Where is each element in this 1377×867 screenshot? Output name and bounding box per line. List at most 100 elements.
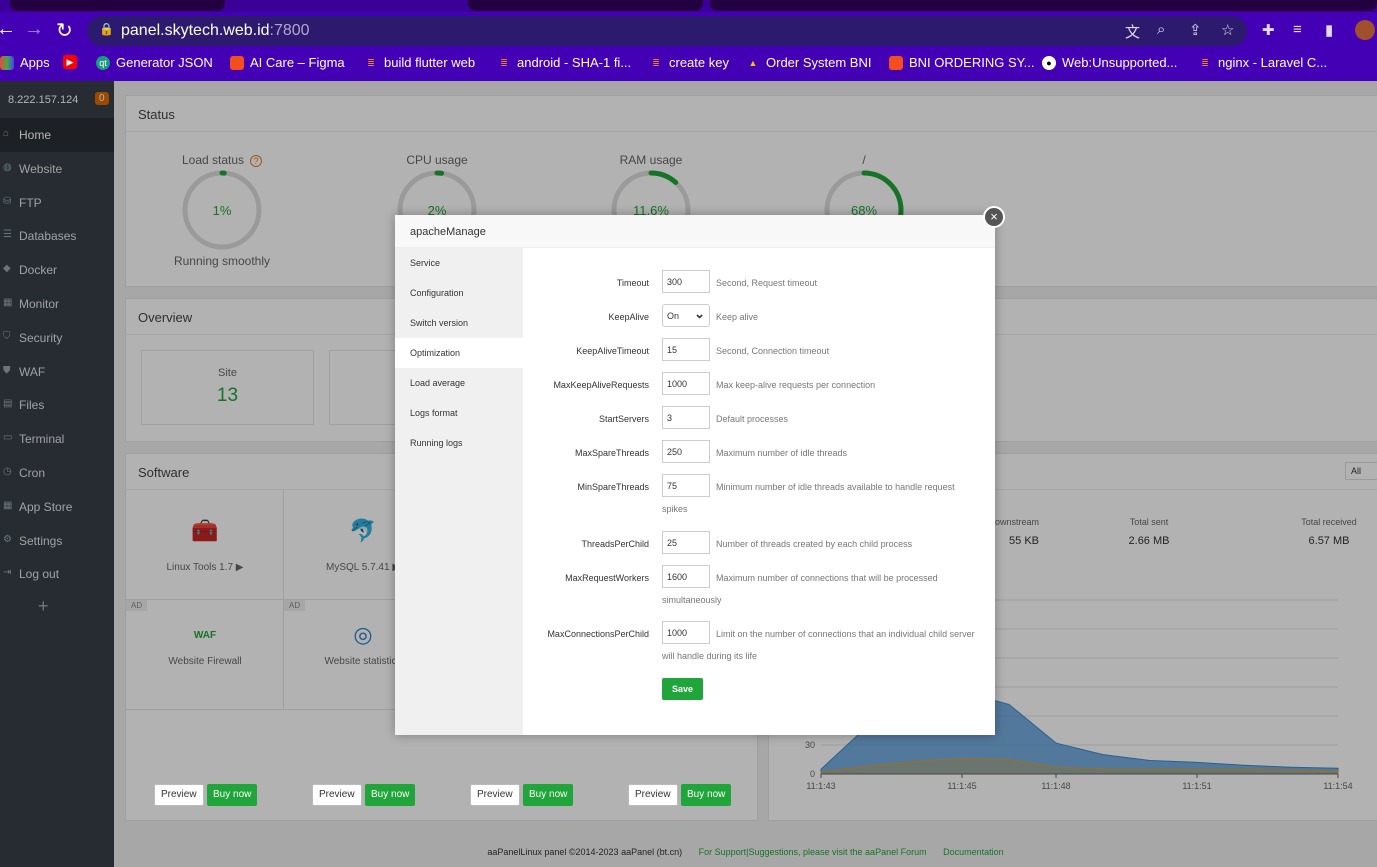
field-value: 1600 bbox=[667, 572, 688, 582]
field-help: Number of threads created by each child … bbox=[716, 539, 913, 549]
bookmark-bni-ordering[interactable]: BNI ORDERING SY... bbox=[889, 55, 1034, 70]
field-help: Maximum number of connections that will … bbox=[716, 573, 938, 583]
bookmark-figma[interactable]: AI Care – Figma bbox=[230, 55, 345, 70]
field-help: Keep alive bbox=[716, 312, 759, 322]
field-help: Second, Request timeout bbox=[716, 278, 818, 288]
profile-avatar[interactable] bbox=[1355, 20, 1375, 40]
field-value: 3 bbox=[667, 413, 673, 423]
buy-now-button[interactable]: Buy now bbox=[681, 784, 732, 806]
bookmark-create-key[interactable]: ≣ create key bbox=[649, 55, 729, 70]
dialog-nav-running-logs[interactable]: Running logs bbox=[395, 428, 523, 458]
dialog-nav-switch-version[interactable]: Switch version bbox=[395, 308, 523, 338]
bookmark-label: android - SHA-1 fi... bbox=[517, 55, 632, 70]
field-input[interactable]: 75 bbox=[662, 474, 710, 497]
dialog-nav-optimization[interactable]: Optimization bbox=[395, 338, 523, 368]
bookmark-generator-json[interactable]: qt Generator JSON bbox=[96, 55, 213, 70]
field-value: 15 bbox=[667, 345, 678, 355]
reload-icon[interactable]: ↻ bbox=[56, 18, 73, 43]
close-icon[interactable]: × bbox=[983, 206, 1005, 228]
preview-button[interactable]: Preview bbox=[470, 784, 520, 806]
field-label: MaxKeepAliveRequests bbox=[553, 380, 649, 390]
bookmark-label: Order System BNI bbox=[766, 55, 872, 70]
browser-tab[interactable] bbox=[468, 0, 703, 11]
bookmark-nginx[interactable]: ≣ nginx - Laravel C... bbox=[1198, 55, 1327, 70]
bookmark-youtube[interactable]: ▶ bbox=[63, 55, 77, 69]
youtube-icon: ▶ bbox=[63, 55, 77, 69]
field-label: KeepAlive bbox=[608, 312, 649, 322]
field-input[interactable]: 15 bbox=[662, 338, 710, 361]
field-value: On bbox=[667, 311, 680, 321]
tab-strip bbox=[0, 0, 1377, 12]
field-input[interactable]: 3 bbox=[662, 406, 710, 429]
bookmark-label: BNI ORDERING SY... bbox=[909, 55, 1035, 70]
figma-icon bbox=[230, 55, 244, 70]
extensions-icon[interactable]: ✚ bbox=[1262, 21, 1275, 39]
browser-tab[interactable] bbox=[710, 0, 1377, 11]
field-help-cont: will handle during its life bbox=[662, 651, 758, 661]
keepalive-select[interactable]: On ⌄ bbox=[662, 304, 710, 327]
dialog-title: apacheManage bbox=[395, 215, 995, 248]
address-bar[interactable]: 🔒 panel.skytech.web.id:7800 bbox=[87, 16, 1247, 46]
field-help: Default processes bbox=[716, 414, 789, 424]
bookmark-label: create key bbox=[669, 55, 729, 70]
share-icon[interactable]: ⇪ bbox=[1189, 21, 1202, 39]
field-help: Second, Connection timeout bbox=[716, 346, 830, 356]
save-button[interactable]: Save bbox=[662, 678, 704, 700]
qt-icon: qt bbox=[96, 55, 110, 70]
translate-icon[interactable]: 文 bbox=[1125, 21, 1140, 42]
field-help: Maximum number of idle threads bbox=[716, 448, 848, 458]
buy-now-button[interactable]: Buy now bbox=[523, 784, 574, 806]
zoom-icon[interactable]: ⌕ bbox=[1157, 21, 1165, 38]
stackoverflow-icon: ≣ bbox=[1201, 57, 1209, 68]
field-help: Limit on the number of connections that … bbox=[716, 629, 975, 639]
field-input[interactable]: 250 bbox=[662, 440, 710, 463]
field-label: MaxRequestWorkers bbox=[565, 573, 649, 583]
buy-now-button[interactable]: Buy now bbox=[365, 784, 416, 806]
field-input[interactable]: 25 bbox=[662, 531, 710, 554]
bookmark-label: Apps bbox=[20, 55, 50, 70]
dialog-nav-load-average[interactable]: Load average bbox=[395, 368, 523, 398]
field-label: ThreadsPerChild bbox=[581, 539, 649, 549]
dialog-nav-logs-format[interactable]: Logs format bbox=[395, 398, 523, 428]
field-input[interactable]: 1000 bbox=[662, 372, 710, 395]
field-help: Max keep-alive requests per connection bbox=[716, 380, 876, 390]
bookmark-apps[interactable]: Apps bbox=[0, 55, 50, 70]
bookmark-label: nginx - Laravel C... bbox=[1218, 55, 1328, 70]
field-label: StartServers bbox=[598, 414, 649, 424]
bookmark-order-system[interactable]: ▲ Order System BNI bbox=[746, 55, 872, 70]
bookmark-star-icon[interactable]: ☆ bbox=[1221, 21, 1234, 39]
field-label: Timeout bbox=[616, 278, 649, 288]
apache-manage-dialog: apacheManage Service Configuration Switch … bbox=[395, 215, 995, 735]
stackoverflow-icon: ≣ bbox=[367, 57, 375, 68]
preview-button[interactable]: Preview bbox=[312, 784, 362, 806]
back-icon[interactable]: ← bbox=[0, 18, 16, 41]
field-input[interactable]: 1600 bbox=[662, 565, 710, 588]
github-icon: ● bbox=[1042, 55, 1056, 70]
media-icon[interactable]: ≡ bbox=[1293, 21, 1302, 38]
bookmark-label: AI Care – Figma bbox=[250, 55, 345, 70]
browser-tab[interactable] bbox=[10, 0, 225, 11]
field-help-cont: simultaneously bbox=[662, 595, 722, 605]
preview-button[interactable]: Preview bbox=[628, 784, 678, 806]
forward-icon[interactable]: → bbox=[24, 18, 44, 41]
drive-icon: ▲ bbox=[748, 57, 758, 68]
field-help-cont: spikes bbox=[662, 504, 688, 514]
field-value: 25 bbox=[667, 538, 678, 548]
sidepanel-icon[interactable]: ▮ bbox=[1325, 21, 1333, 39]
field-input[interactable]: 1000 bbox=[662, 621, 710, 644]
dialog-nav-service[interactable]: Service bbox=[395, 248, 523, 278]
apps-icon bbox=[0, 55, 14, 70]
stackoverflow-icon: ≣ bbox=[500, 57, 508, 68]
bookmark-flutter[interactable]: ≣ build flutter web bbox=[364, 55, 475, 70]
field-label: KeepAliveTimeout bbox=[576, 346, 649, 356]
dialog-nav: Service Configuration Switch version Optimi… bbox=[395, 248, 523, 735]
field-label: MinSpareThreads bbox=[577, 482, 649, 492]
buy-now-button[interactable]: Buy now bbox=[207, 784, 258, 806]
field-help: Minimum number of idle threads available… bbox=[716, 482, 955, 492]
bookmark-android[interactable]: ≣ android - SHA-1 fi... bbox=[497, 55, 631, 70]
dialog-nav-configuration[interactable]: Configuration bbox=[395, 278, 523, 308]
bookmark-github[interactable]: ● Web:Unsupported... bbox=[1042, 55, 1177, 70]
preview-button[interactable]: Preview bbox=[154, 784, 204, 806]
field-value: 300 bbox=[667, 277, 683, 287]
field-input[interactable]: 300 bbox=[662, 270, 710, 293]
